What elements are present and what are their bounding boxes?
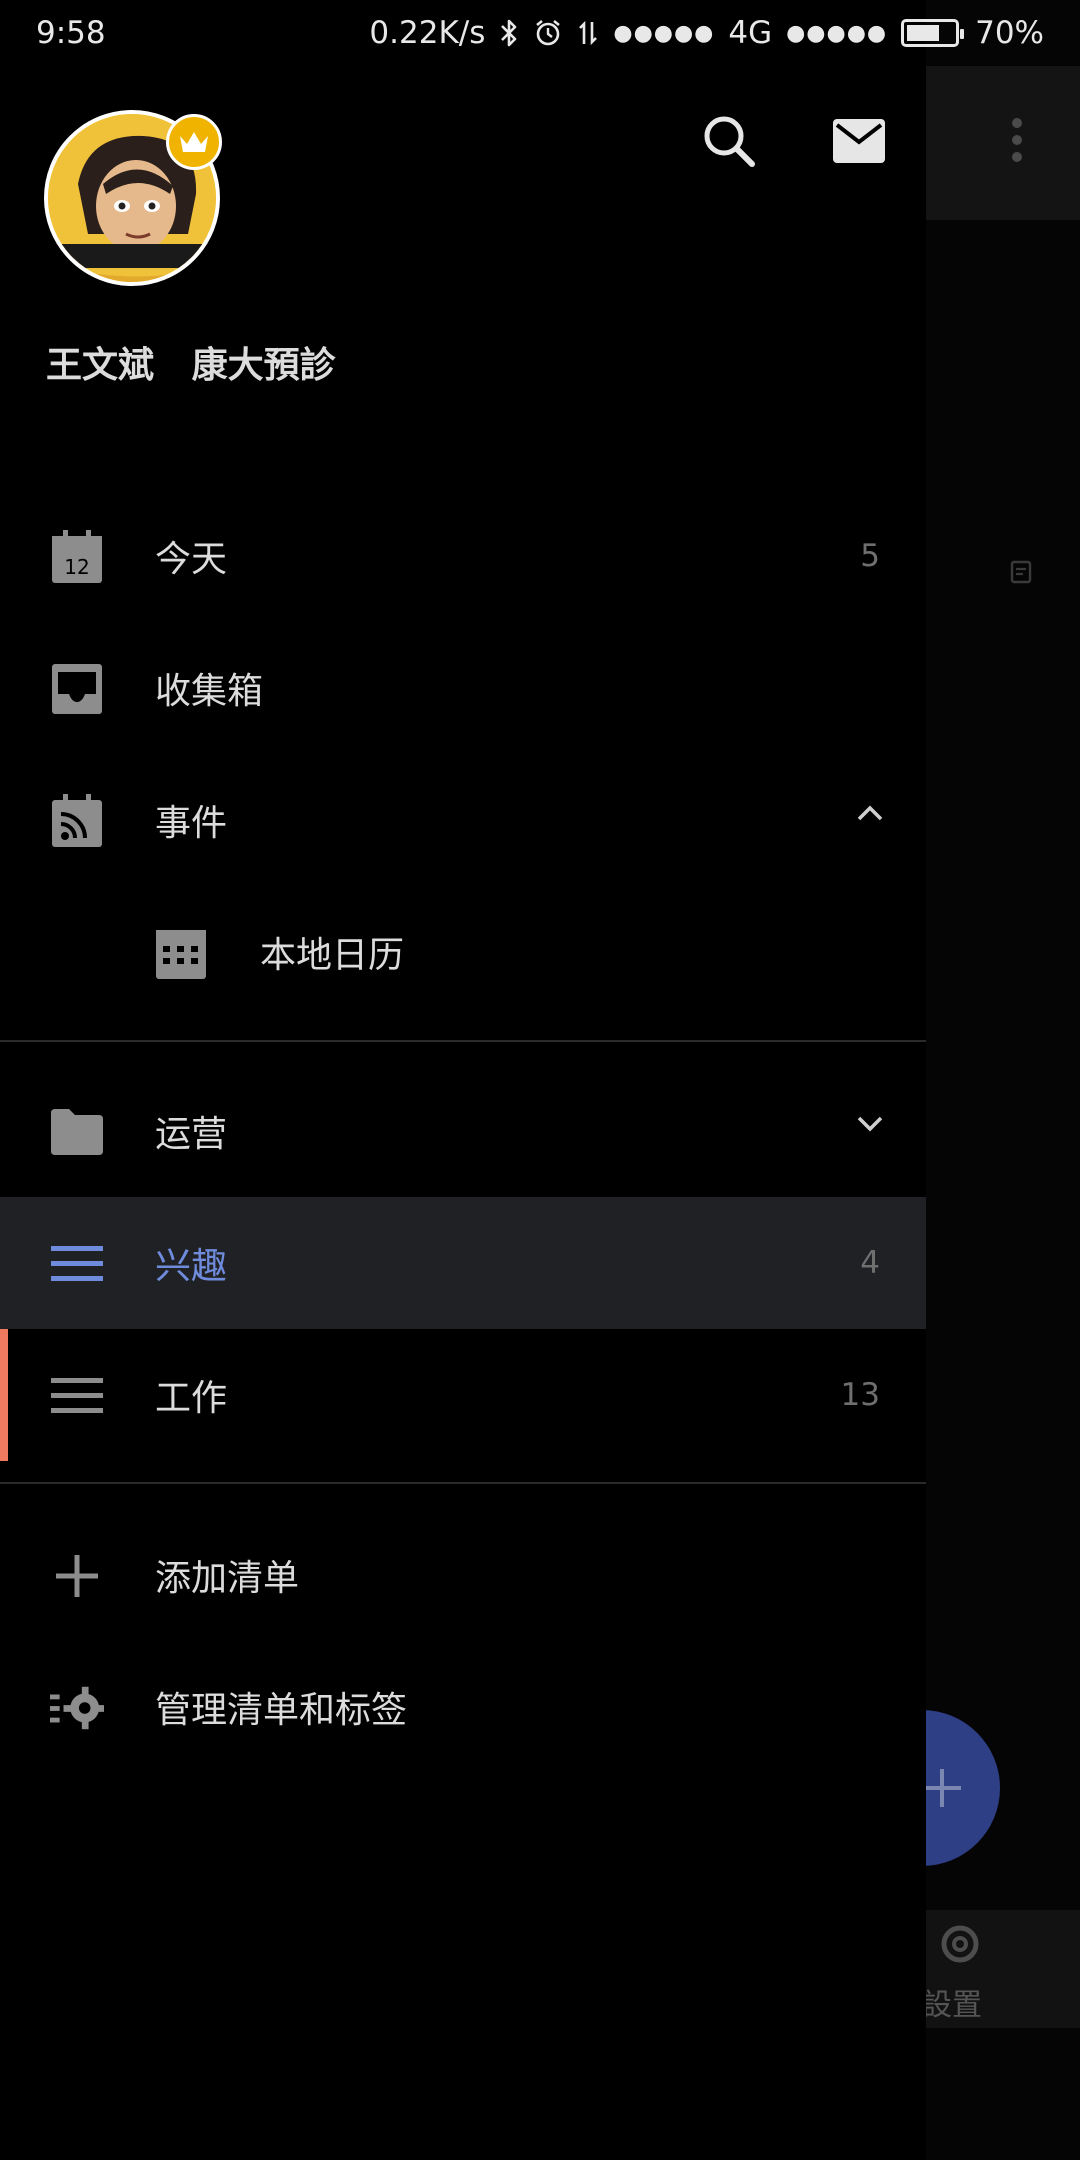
list-folder-operations[interactable]: 运营 bbox=[0, 1065, 926, 1197]
network-type: 4G bbox=[728, 15, 773, 51]
list-item-work-label: 工作 bbox=[155, 1378, 228, 1419]
battery-fill bbox=[907, 25, 940, 41]
calendar-today-icon: 12 bbox=[50, 530, 104, 584]
calendar-feed-icon bbox=[50, 794, 104, 848]
list-item-interests-label: 兴趣 bbox=[155, 1246, 228, 1287]
more-vert-icon[interactable] bbox=[1010, 116, 1024, 168]
add-list-button[interactable]: 添加清单 bbox=[0, 1509, 926, 1641]
list-item-interests[interactable]: 兴趣 4 bbox=[0, 1197, 926, 1329]
status-time: 9:58 bbox=[36, 15, 106, 51]
crown-icon bbox=[166, 114, 222, 170]
nav-item-today-label: 今天 bbox=[155, 539, 228, 580]
nav-item-local-calendar[interactable]: 本地日历 bbox=[0, 886, 926, 1018]
battery-icon bbox=[901, 19, 965, 47]
gear-icon[interactable] bbox=[932, 1916, 988, 1976]
chevron-down-icon[interactable] bbox=[856, 1115, 884, 1137]
plus-icon bbox=[50, 1549, 104, 1603]
list-icon bbox=[50, 1369, 104, 1423]
divider bbox=[0, 1482, 926, 1484]
navigation-drawer: 王文斌 康大預診 12 今天 5 收集箱 事件 本地日历 运营 兴趣 4 工作 … bbox=[0, 0, 926, 2160]
nav-item-local-calendar-label: 本地日历 bbox=[260, 935, 405, 976]
status-bar: 9:58 0.22K/s ●●●●● 4G ●●●●● 70% bbox=[0, 0, 1080, 66]
list-color-indicator bbox=[0, 1329, 8, 1461]
inbox-icon bbox=[50, 662, 104, 716]
settings-label: 設置 bbox=[922, 1988, 982, 2023]
nav-item-inbox-label: 收集箱 bbox=[155, 671, 264, 712]
nav-item-events-label: 事件 bbox=[155, 803, 228, 844]
net-speed: 0.22K/s bbox=[369, 15, 486, 51]
settings-list-icon bbox=[50, 1681, 104, 1735]
search-icon[interactable] bbox=[700, 112, 758, 174]
user-name: 王文斌 康大預診 bbox=[46, 345, 336, 386]
folder-icon bbox=[50, 1105, 104, 1159]
calendar-grid-icon bbox=[154, 926, 208, 980]
nav-item-today[interactable]: 12 今天 5 bbox=[0, 490, 926, 622]
chevron-up-icon[interactable] bbox=[856, 804, 884, 826]
nav-item-events[interactable]: 事件 bbox=[0, 754, 926, 886]
battery-percent: 70% bbox=[975, 15, 1044, 51]
screen: 9:58 0.22K/s ●●●●● 4G ●●●●● 70% 設置 王文斌 康… bbox=[0, 0, 1080, 2160]
status-right: 0.22K/s ●●●●● 4G ●●●●● 70% bbox=[369, 15, 1044, 51]
list-item-work[interactable]: 工作 13 bbox=[0, 1329, 926, 1461]
list-item-interests-count: 4 bbox=[860, 1245, 880, 1281]
nav-item-inbox[interactable]: 收集箱 bbox=[0, 622, 926, 754]
list-folder-operations-label: 运营 bbox=[155, 1114, 228, 1155]
list-item-work-count: 13 bbox=[840, 1377, 880, 1413]
manage-lists-label: 管理清单和标签 bbox=[155, 1690, 408, 1731]
background-toolbar bbox=[926, 66, 1080, 220]
bluetooth-icon bbox=[499, 18, 519, 48]
list-icon bbox=[50, 1237, 104, 1291]
add-list-label: 添加清单 bbox=[155, 1558, 300, 1599]
mail-icon[interactable] bbox=[832, 118, 886, 168]
signal-strength-2: ●●●●● bbox=[786, 20, 888, 46]
note-icon bbox=[1010, 560, 1032, 588]
nav-item-today-count: 5 bbox=[860, 538, 880, 574]
background-app: 設置 bbox=[844, 0, 1080, 2160]
manage-lists-button[interactable]: 管理清单和标签 bbox=[0, 1641, 926, 1773]
alarm-icon bbox=[533, 18, 563, 48]
data-transfer-icon bbox=[577, 18, 599, 48]
divider bbox=[0, 1040, 926, 1042]
signal-strength-1: ●●●●● bbox=[613, 20, 715, 46]
calendar-day-number: 12 bbox=[64, 555, 89, 579]
